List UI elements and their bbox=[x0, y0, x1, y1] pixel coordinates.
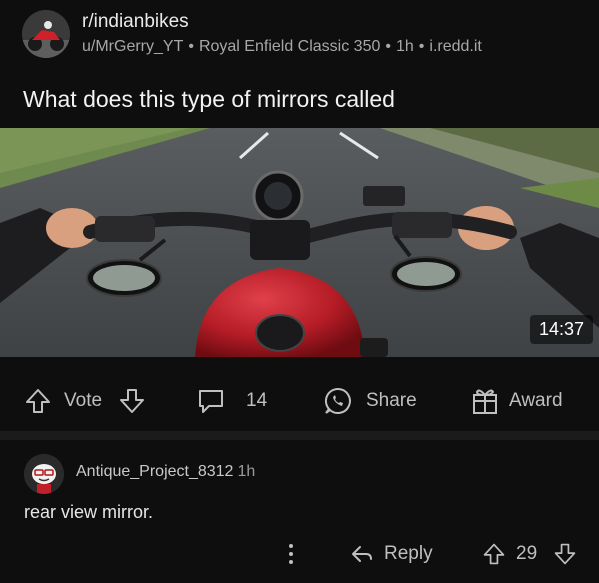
comment-author[interactable]: Antique_Project_8312 bbox=[76, 463, 233, 480]
post-meta: u/MrGerry_YT • Royal Enfield Classic 350 • 1… bbox=[82, 38, 482, 56]
comments-button[interactable]: 14 bbox=[196, 374, 267, 428]
post-action-bar: Vote 14 Share Award bbox=[0, 374, 599, 428]
upvote-arrow-icon bbox=[483, 543, 505, 565]
comment-body: rear view mirror. bbox=[24, 502, 154, 522]
more-options-icon bbox=[289, 544, 293, 564]
subreddit-name[interactable]: r/indianbikes bbox=[82, 11, 189, 33]
upvote-arrow-icon bbox=[26, 389, 50, 413]
downvote-button[interactable] bbox=[118, 374, 146, 428]
comment-age: 1h bbox=[237, 463, 256, 480]
post-domain[interactable]: i.redd.it bbox=[429, 38, 481, 55]
award-button[interactable]: Award bbox=[471, 374, 563, 428]
more-options-button[interactable] bbox=[284, 536, 298, 572]
downvote-arrow-icon bbox=[554, 543, 576, 565]
award-label: Award bbox=[509, 390, 563, 411]
comment-meta: Antique_Project_8312 1h bbox=[76, 463, 255, 481]
subreddit-avatar[interactable] bbox=[22, 10, 70, 58]
post-age: 1h bbox=[395, 38, 414, 55]
post-flair[interactable]: Royal Enfield Classic 350 bbox=[199, 38, 380, 55]
comment-score: 29 bbox=[516, 543, 538, 564]
commenter-avatar[interactable] bbox=[24, 454, 64, 494]
reply-label: Reply bbox=[384, 543, 433, 564]
post-author[interactable]: u/MrGerry_YT bbox=[82, 38, 183, 55]
comments-count: 14 bbox=[246, 390, 268, 411]
video-duration-badge: 14:37 bbox=[529, 315, 593, 344]
reply-button[interactable]: Reply bbox=[350, 536, 433, 572]
video-thumbnail bbox=[0, 128, 599, 357]
gift-award-icon bbox=[473, 389, 497, 414]
motorcycle-avatar-icon bbox=[22, 10, 70, 58]
post-title[interactable]: What does this type of mirrors called bbox=[23, 86, 395, 113]
downvote-arrow-icon bbox=[120, 389, 144, 413]
comment-upvote-button[interactable] bbox=[482, 536, 506, 572]
snoo-avatar-icon bbox=[24, 454, 64, 494]
reply-arrow-icon bbox=[352, 546, 372, 562]
comment-downvote-button[interactable] bbox=[553, 536, 577, 572]
share-button[interactable]: Share bbox=[322, 374, 417, 428]
meta-separator: • bbox=[385, 38, 391, 55]
comment: Antique_Project_8312 1h rear view mirror.… bbox=[0, 440, 599, 583]
section-divider bbox=[0, 431, 599, 440]
upvote-button[interactable] bbox=[24, 374, 52, 428]
whatsapp-share-icon bbox=[324, 387, 351, 414]
meta-separator: • bbox=[188, 38, 194, 55]
comment-action-bar: Reply 29 bbox=[0, 536, 599, 572]
vote-label: Vote bbox=[64, 390, 103, 411]
meta-separator: • bbox=[418, 38, 425, 55]
comment-bubble-icon bbox=[199, 390, 223, 413]
share-label: Share bbox=[366, 390, 417, 411]
post-header: r/indianbikes u/MrGerry_YT • Royal Enfield… bbox=[0, 0, 599, 78]
post-video[interactable]: 14:37 bbox=[0, 128, 599, 357]
